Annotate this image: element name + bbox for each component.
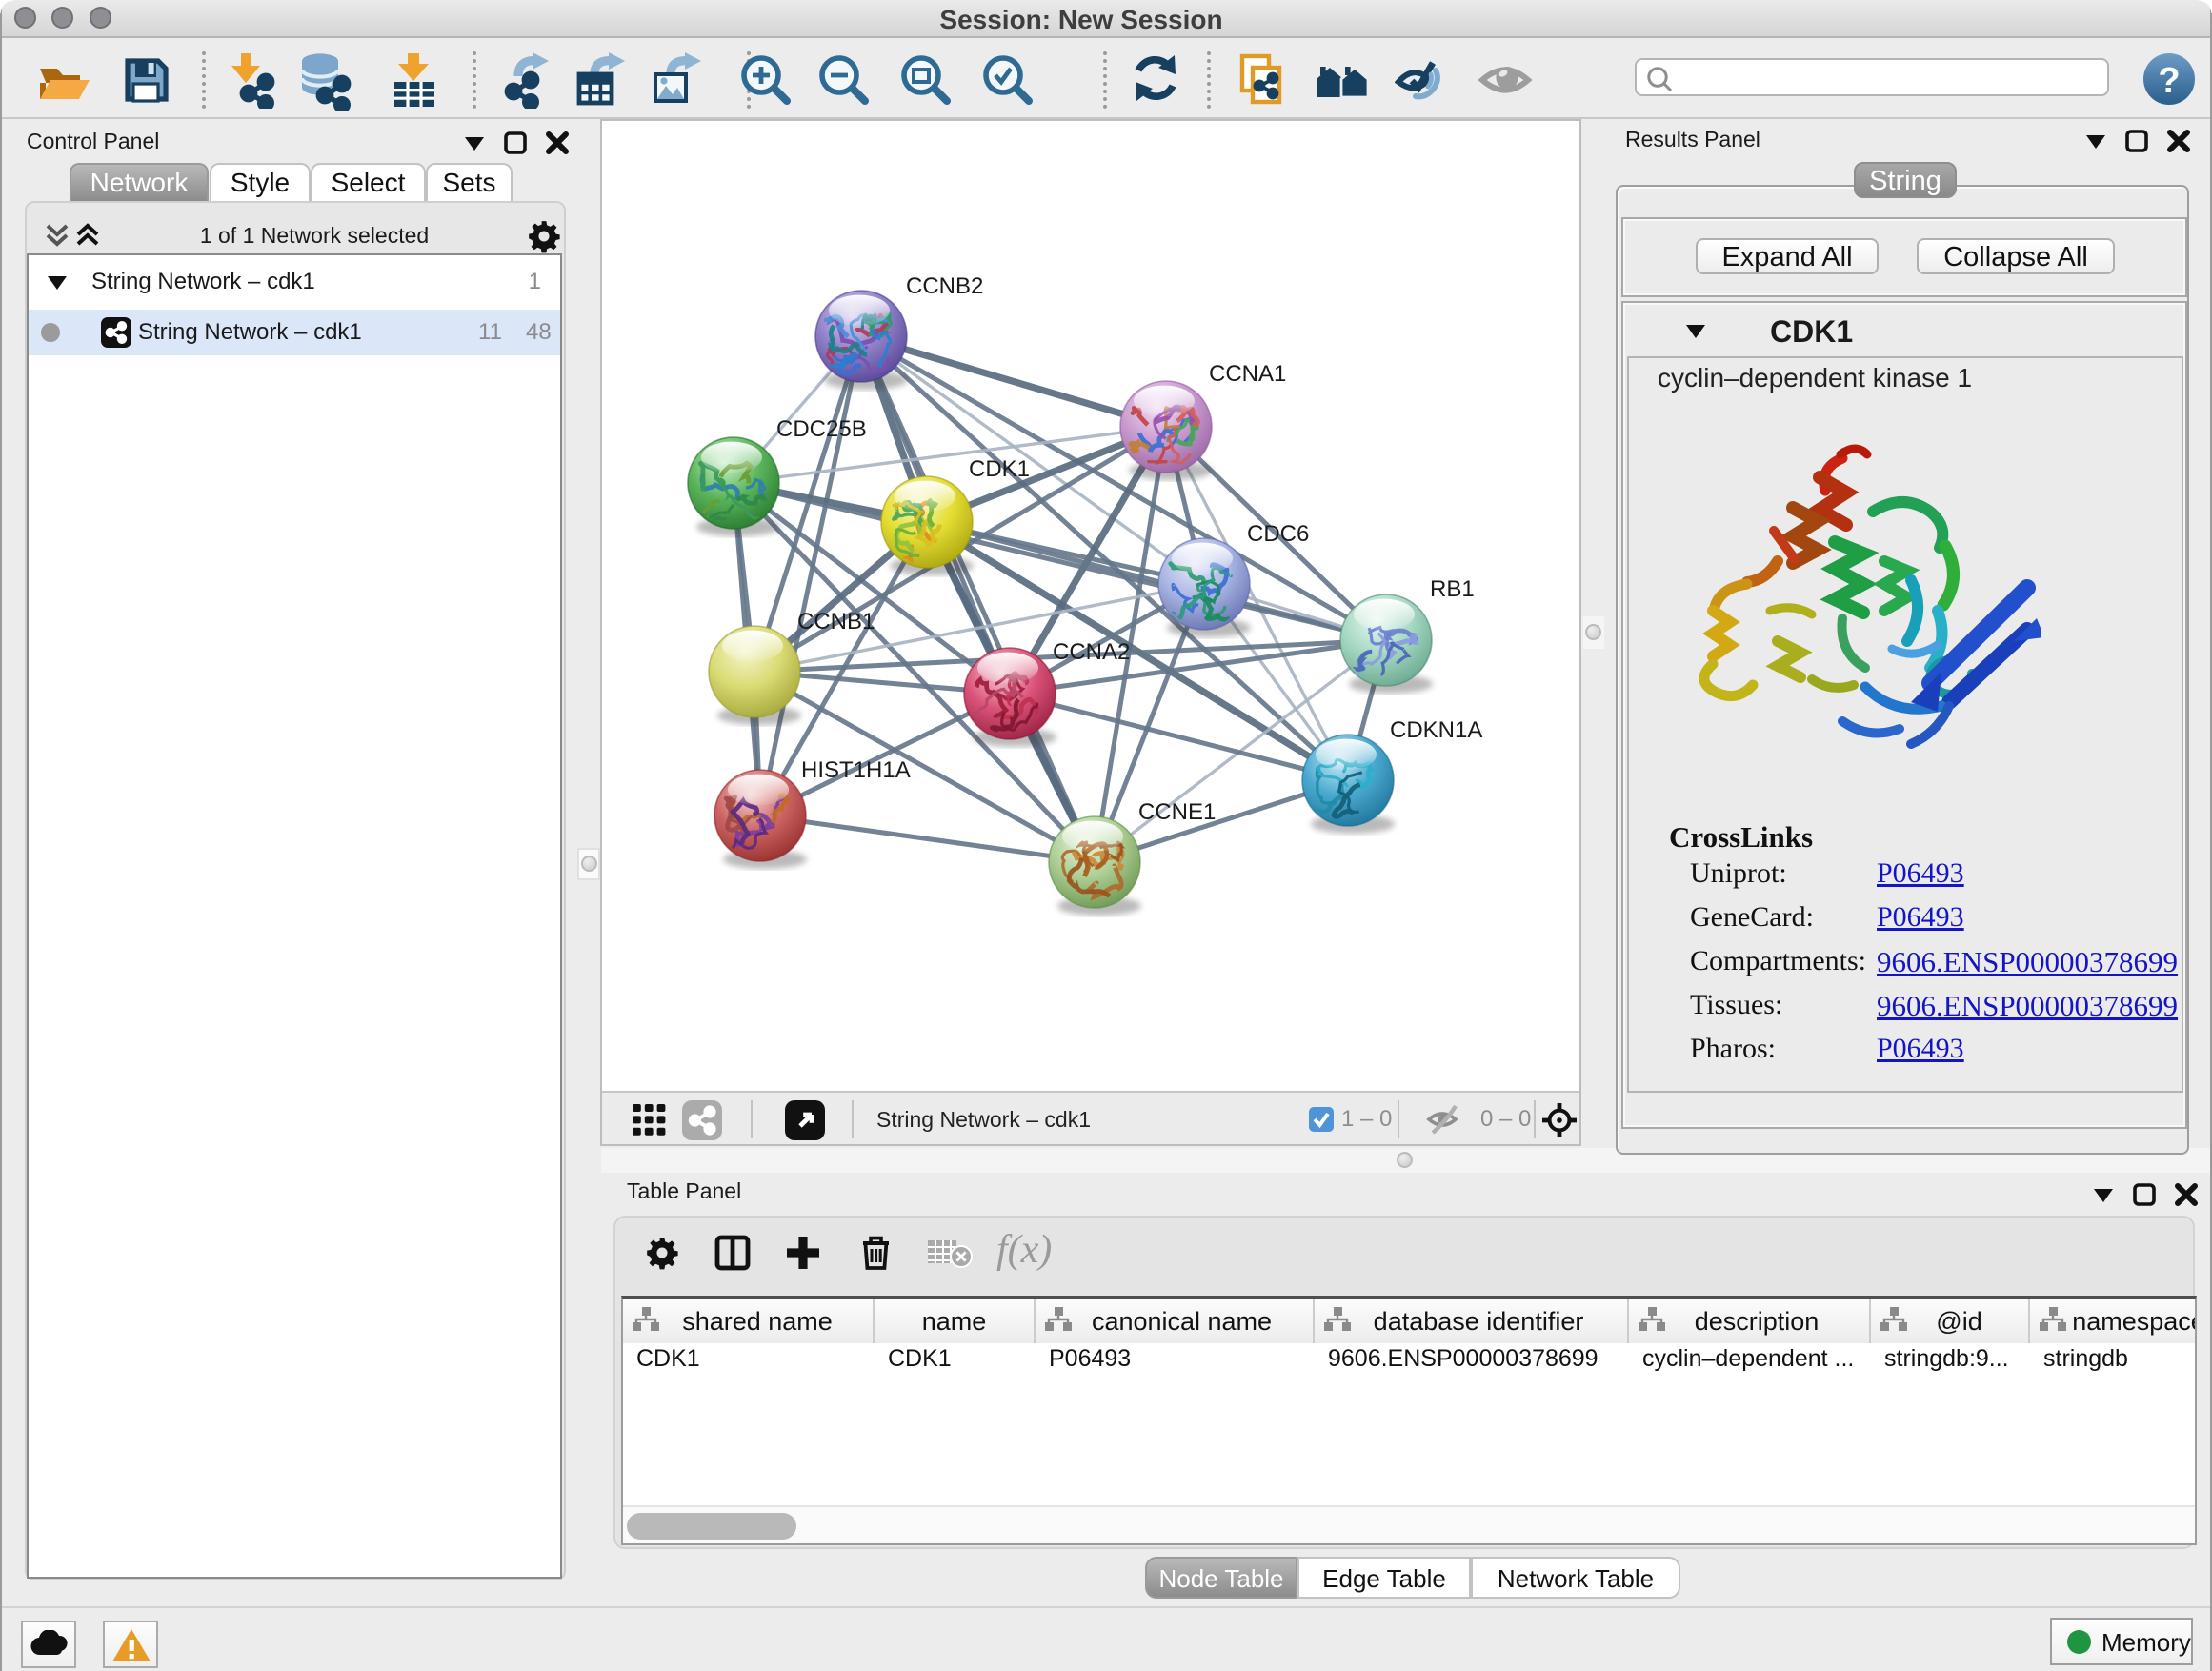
- svg-text:CDC25B: CDC25B: [776, 416, 867, 442]
- svg-text:CDC6: CDC6: [1247, 521, 1309, 547]
- svg-text:CDK1: CDK1: [969, 456, 1030, 482]
- svg-text:?: ?: [2158, 61, 2180, 101]
- svg-text:CCNA1: CCNA1: [1209, 361, 1286, 387]
- svg-text:RB1: RB1: [1430, 576, 1475, 602]
- svg-text:HIST1H1A: HIST1H1A: [801, 757, 911, 783]
- svg-text:CDKN1A: CDKN1A: [1390, 717, 1482, 743]
- svg-text:CCNA2: CCNA2: [1053, 639, 1130, 665]
- svg-text:CCNB1: CCNB1: [797, 609, 875, 634]
- svg-text:CCNE1: CCNE1: [1138, 799, 1216, 825]
- svg-text:CCNB2: CCNB2: [906, 273, 983, 299]
